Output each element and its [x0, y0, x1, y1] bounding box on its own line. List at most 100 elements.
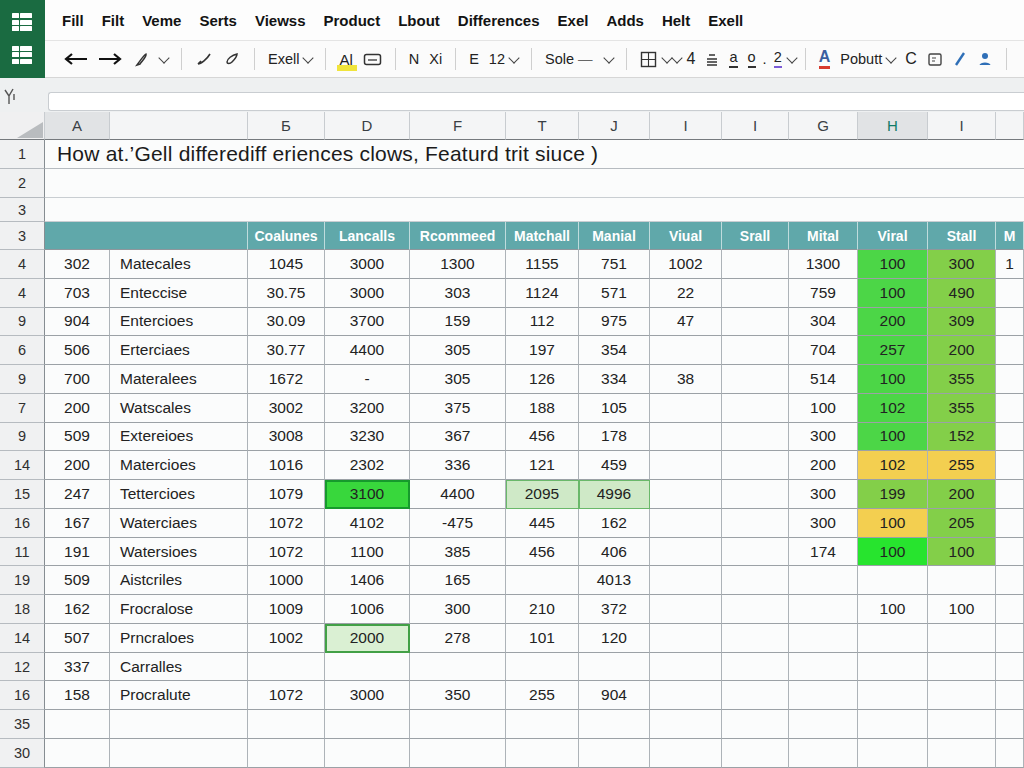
cell[interactable]: 309: [928, 308, 996, 337]
cell[interactable]: [928, 710, 996, 739]
cell[interactable]: 375: [410, 394, 506, 423]
cell[interactable]: [722, 480, 789, 509]
cell[interactable]: 100: [928, 595, 996, 624]
teal-header[interactable]: Rcommeed: [410, 222, 506, 250]
teal-header[interactable]: Viral: [858, 222, 928, 250]
brush-icon[interactable]: [133, 51, 150, 68]
cell[interactable]: [858, 710, 928, 739]
cell[interactable]: [996, 365, 1024, 394]
cell[interactable]: 100: [858, 250, 928, 279]
cell[interactable]: [110, 710, 248, 739]
cell[interactable]: 703: [45, 279, 110, 308]
cell[interactable]: [506, 710, 579, 739]
column-header[interactable]: [110, 112, 248, 140]
menu-item-viewss[interactable]: Viewss: [255, 12, 306, 29]
cell[interactable]: [722, 739, 789, 768]
cell[interactable]: 191: [45, 538, 110, 567]
cell[interactable]: 1100: [325, 538, 410, 567]
cell[interactable]: [996, 480, 1024, 509]
cell[interactable]: 704: [789, 336, 858, 365]
cell[interactable]: [928, 653, 996, 682]
cell[interactable]: 188: [506, 394, 579, 423]
n-button[interactable]: N: [409, 51, 419, 67]
cell[interactable]: 100: [858, 595, 928, 624]
column-header[interactable]: J: [579, 112, 650, 140]
menu-item-product[interactable]: Product: [324, 12, 381, 29]
cell[interactable]: [996, 538, 1024, 567]
cell[interactable]: [722, 566, 789, 595]
row-header[interactable]: 4: [0, 250, 45, 279]
cell[interactable]: [650, 624, 722, 653]
cell[interactable]: 350: [410, 681, 506, 710]
cell[interactable]: [410, 710, 506, 739]
row-header[interactable]: 15: [0, 480, 45, 509]
cell[interactable]: Matercioes: [110, 451, 248, 480]
cell[interactable]: 337: [45, 653, 110, 682]
cell[interactable]: 1000: [248, 566, 325, 595]
chevron-down-icon[interactable]: [788, 54, 796, 65]
chevron-down-icon[interactable]: [160, 54, 168, 65]
cell[interactable]: Frocralose: [110, 595, 248, 624]
cell[interactable]: 3002: [248, 394, 325, 423]
row-header[interactable]: 7: [0, 394, 45, 423]
cell[interactable]: 200: [45, 451, 110, 480]
cell[interactable]: [722, 423, 789, 452]
cell[interactable]: 759: [789, 279, 858, 308]
cell[interactable]: [996, 394, 1024, 423]
cell[interactable]: [928, 739, 996, 768]
cell[interactable]: [506, 739, 579, 768]
cell[interactable]: [506, 566, 579, 595]
cell[interactable]: 1002: [650, 250, 722, 279]
cell[interactable]: [650, 595, 722, 624]
underline-a-button[interactable]: a: [729, 50, 737, 68]
card-icon[interactable]: [363, 52, 382, 67]
column-header[interactable]: G: [789, 112, 858, 140]
cell[interactable]: [722, 250, 789, 279]
row-header[interactable]: 9: [0, 365, 45, 394]
cell[interactable]: Entercioes: [110, 308, 248, 337]
cell[interactable]: Aistcriles: [110, 566, 248, 595]
row-header[interactable]: 9: [0, 423, 45, 452]
cell[interactable]: 4996: [579, 480, 650, 509]
cell[interactable]: [789, 624, 858, 653]
cell[interactable]: Matecales: [110, 250, 248, 279]
lasso-icon[interactable]: [223, 51, 241, 67]
cell[interactable]: 904: [579, 681, 650, 710]
menu-item-differences[interactable]: Differences: [458, 12, 540, 29]
cell[interactable]: 2000: [325, 624, 410, 653]
cell[interactable]: [650, 394, 722, 423]
formula-bar[interactable]: [48, 92, 1024, 111]
cell[interactable]: [506, 653, 579, 682]
forward-arrow-icon[interactable]: [98, 52, 123, 66]
cell[interactable]: [45, 739, 110, 768]
cell[interactable]: [722, 308, 789, 337]
teal-header[interactable]: Manial: [579, 222, 650, 250]
cell[interactable]: Watscales: [110, 394, 248, 423]
highlight-color-button[interactable]: Al: [339, 51, 352, 68]
cell[interactable]: 247: [45, 480, 110, 509]
cell[interactable]: 102: [858, 394, 928, 423]
cell[interactable]: 700: [45, 365, 110, 394]
cell[interactable]: 334: [579, 365, 650, 394]
cell[interactable]: [410, 653, 506, 682]
teal-header[interactable]: Matchall: [506, 222, 579, 250]
cell[interactable]: Extereioes: [110, 423, 248, 452]
cell[interactable]: Erterciaes: [110, 336, 248, 365]
cell[interactable]: 197: [506, 336, 579, 365]
cell[interactable]: Waterciaes: [110, 509, 248, 538]
cell[interactable]: 4102: [325, 509, 410, 538]
cell[interactable]: 178: [579, 423, 650, 452]
teal-header[interactable]: M: [996, 222, 1024, 250]
c-button[interactable]: C: [905, 50, 917, 68]
row-header[interactable]: 3: [0, 222, 45, 250]
row-header[interactable]: 30: [0, 739, 45, 768]
cell[interactable]: 30.77: [248, 336, 325, 365]
column-header[interactable]: Б: [248, 112, 325, 140]
teal-header[interactable]: Coalunes: [248, 222, 325, 250]
cell[interactable]: [722, 279, 789, 308]
menu-item-lbout[interactable]: Lbout: [398, 12, 440, 29]
cell[interactable]: 105: [579, 394, 650, 423]
cell[interactable]: [996, 566, 1024, 595]
cell[interactable]: [722, 336, 789, 365]
menu-item-fill[interactable]: Fill: [62, 12, 84, 29]
